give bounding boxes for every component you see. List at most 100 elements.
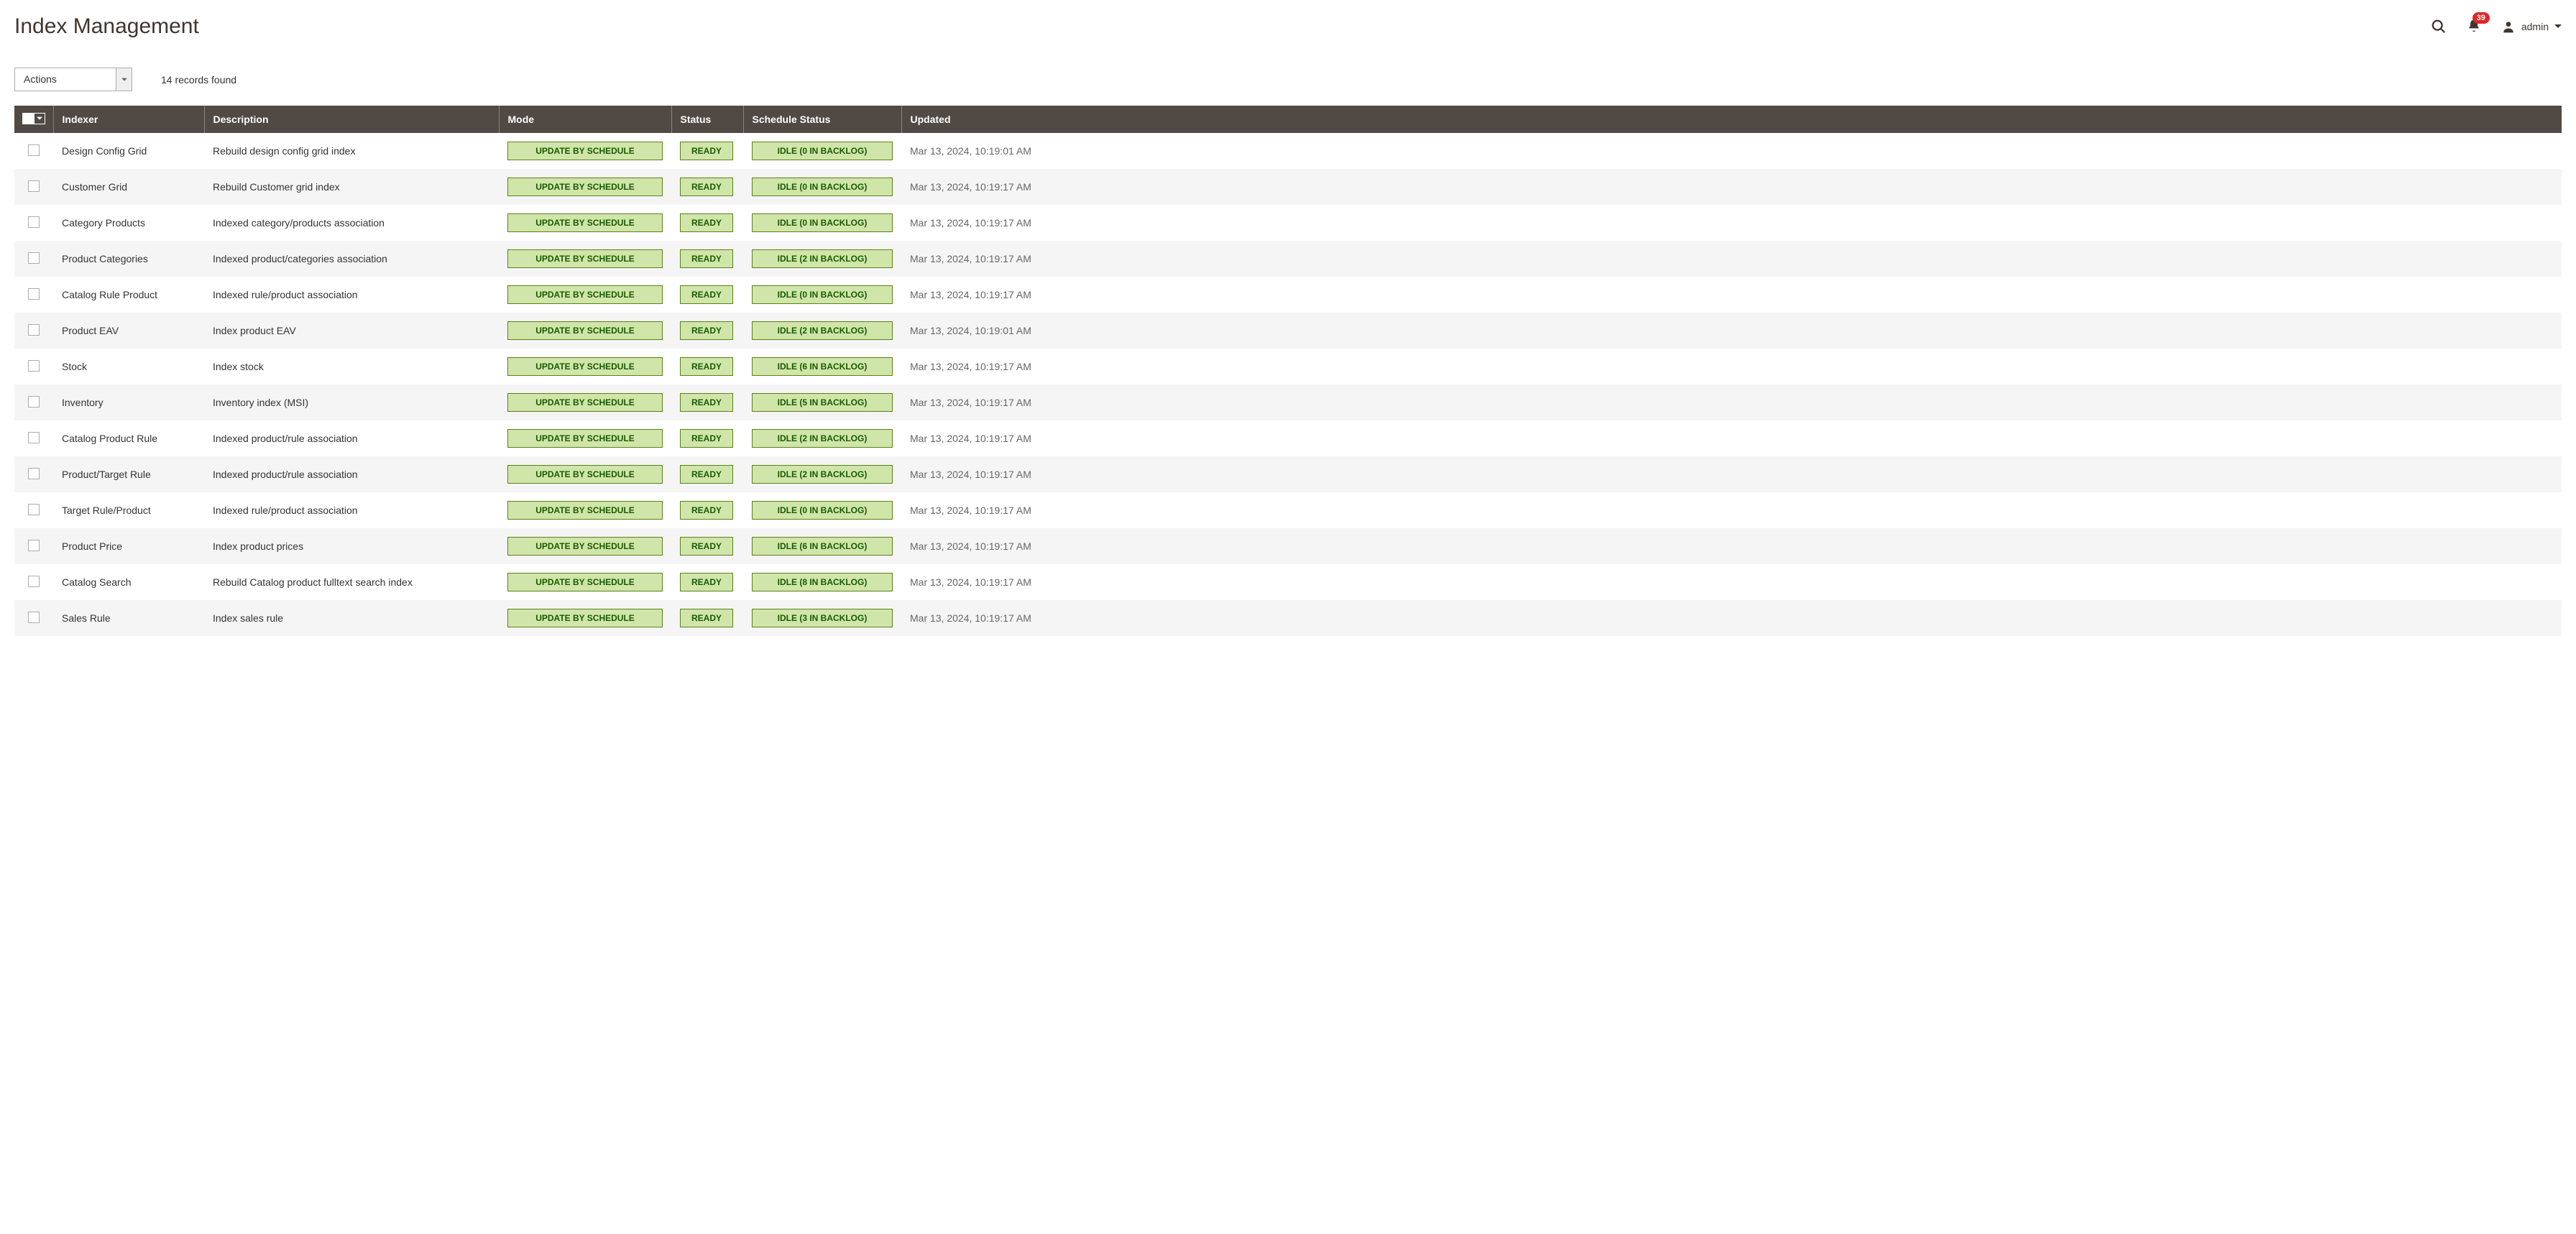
row-checkbox[interactable] xyxy=(28,468,40,479)
user-icon xyxy=(2501,19,2516,34)
cell-updated: Mar 13, 2024, 10:19:17 AM xyxy=(901,205,2562,241)
chevron-down-icon xyxy=(2554,23,2562,30)
schedule-badge: IDLE (3 IN BACKLOG) xyxy=(752,609,893,627)
schedule-badge: IDLE (5 IN BACKLOG) xyxy=(752,393,893,412)
schedule-badge: IDLE (6 IN BACKLOG) xyxy=(752,537,893,556)
row-checkbox[interactable] xyxy=(28,288,40,300)
table-row: Product PriceIndex product prices UPDATE … xyxy=(14,528,2562,564)
cell-description: Rebuild Catalog product fulltext search … xyxy=(204,564,499,600)
row-checkbox[interactable] xyxy=(28,252,40,264)
cell-updated: Mar 13, 2024, 10:19:17 AM xyxy=(901,241,2562,277)
table-row: Product EAVIndex product EAVUPDATE BY SC… xyxy=(14,313,2562,349)
col-header-status[interactable]: Status xyxy=(671,106,743,133)
row-checkbox[interactable] xyxy=(28,612,40,623)
mode-badge: UPDATE BY SCHEDULE xyxy=(507,465,663,484)
cell-updated: Mar 13, 2024, 10:19:17 AM xyxy=(901,349,2562,385)
col-header-updated[interactable]: Updated xyxy=(901,106,2562,133)
cell-description: Indexed rule/product association xyxy=(204,492,499,528)
page-title: Index Management xyxy=(14,14,199,39)
schedule-badge: IDLE (2 IN BACKLOG) xyxy=(752,429,893,448)
table-row: Product/Target RuleIndexed product/rule … xyxy=(14,456,2562,492)
col-header-indexer[interactable]: Indexer xyxy=(53,106,204,133)
col-header-description[interactable]: Description xyxy=(204,106,499,133)
notifications-button[interactable]: 39 xyxy=(2467,18,2481,36)
status-badge: READY xyxy=(680,142,733,160)
row-checkbox[interactable] xyxy=(28,360,40,372)
cell-description: Indexed rule/product association xyxy=(204,277,499,313)
mode-badge: UPDATE BY SCHEDULE xyxy=(507,213,663,232)
mode-badge: UPDATE BY SCHEDULE xyxy=(507,178,663,196)
cell-description: Rebuild Customer grid index xyxy=(204,169,499,205)
table-row: Catalog Rule ProductIndexed rule/product… xyxy=(14,277,2562,313)
schedule-badge: IDLE (2 IN BACKLOG) xyxy=(752,321,893,340)
cell-indexer: Product Categories xyxy=(53,241,204,277)
cell-description: Index product prices xyxy=(204,528,499,564)
schedule-badge: IDLE (2 IN BACKLOG) xyxy=(752,249,893,268)
row-checkbox[interactable] xyxy=(28,180,40,192)
status-badge: READY xyxy=(680,178,733,196)
cell-indexer: Product EAV xyxy=(53,313,204,349)
schedule-badge: IDLE (2 IN BACKLOG) xyxy=(752,465,893,484)
mode-badge: UPDATE BY SCHEDULE xyxy=(507,573,663,591)
actions-dropdown[interactable]: Actions xyxy=(14,68,132,91)
notification-count-badge: 39 xyxy=(2472,12,2490,24)
schedule-badge: IDLE (0 IN BACKLOG) xyxy=(752,213,893,232)
row-checkbox[interactable] xyxy=(28,216,40,228)
status-badge: READY xyxy=(680,357,733,376)
cell-updated: Mar 13, 2024, 10:19:17 AM xyxy=(901,564,2562,600)
table-row: Design Config GridRebuild design config … xyxy=(14,133,2562,169)
row-checkbox[interactable] xyxy=(28,504,40,515)
select-all-header[interactable] xyxy=(14,106,53,133)
select-all-checkbox[interactable] xyxy=(23,114,34,124)
col-header-schedule[interactable]: Schedule Status xyxy=(743,106,901,133)
table-row: Product CategoriesIndexed product/catego… xyxy=(14,241,2562,277)
records-found-label: 14 records found xyxy=(161,74,236,86)
cell-indexer: Product Price xyxy=(53,528,204,564)
mode-badge: UPDATE BY SCHEDULE xyxy=(507,537,663,556)
cell-indexer: Catalog Rule Product xyxy=(53,277,204,313)
cell-indexer: Product/Target Rule xyxy=(53,456,204,492)
status-badge: READY xyxy=(680,609,733,627)
row-checkbox[interactable] xyxy=(28,324,40,336)
cell-updated: Mar 13, 2024, 10:19:01 AM xyxy=(901,133,2562,169)
mode-badge: UPDATE BY SCHEDULE xyxy=(507,429,663,448)
row-checkbox[interactable] xyxy=(28,576,40,587)
row-checkbox[interactable] xyxy=(28,540,40,551)
chevron-down-icon[interactable] xyxy=(34,114,45,124)
cell-description: Inventory index (MSI) xyxy=(204,385,499,420)
cell-updated: Mar 13, 2024, 10:19:17 AM xyxy=(901,169,2562,205)
mode-badge: UPDATE BY SCHEDULE xyxy=(507,285,663,304)
status-badge: READY xyxy=(680,465,733,484)
index-grid: Indexer Description Mode Status Schedule… xyxy=(14,106,2562,636)
status-badge: READY xyxy=(680,537,733,556)
table-row: StockIndex stockUPDATE BY SCHEDULEREADYI… xyxy=(14,349,2562,385)
toolbar: Actions 14 records found xyxy=(14,68,2562,91)
status-badge: READY xyxy=(680,393,733,412)
user-name-label: admin xyxy=(2521,21,2549,32)
cell-updated: Mar 13, 2024, 10:19:01 AM xyxy=(901,313,2562,349)
mode-badge: UPDATE BY SCHEDULE xyxy=(507,393,663,412)
col-header-mode[interactable]: Mode xyxy=(499,106,671,133)
cell-indexer: Catalog Search xyxy=(53,564,204,600)
cell-updated: Mar 13, 2024, 10:19:17 AM xyxy=(901,277,2562,313)
status-badge: READY xyxy=(680,213,733,232)
cell-description: Index stock xyxy=(204,349,499,385)
row-checkbox[interactable] xyxy=(28,396,40,408)
cell-indexer: Customer Grid xyxy=(53,169,204,205)
cell-indexer: Inventory xyxy=(53,385,204,420)
status-badge: READY xyxy=(680,501,733,520)
search-icon[interactable] xyxy=(2431,19,2447,34)
cell-indexer: Sales Rule xyxy=(53,600,204,636)
row-checkbox[interactable] xyxy=(28,144,40,156)
table-row: Customer GridRebuild Customer grid index… xyxy=(14,169,2562,205)
table-row: Catalog Product RuleIndexed product/rule… xyxy=(14,420,2562,456)
mode-badge: UPDATE BY SCHEDULE xyxy=(507,142,663,160)
cell-indexer: Catalog Product Rule xyxy=(53,420,204,456)
cell-updated: Mar 13, 2024, 10:19:17 AM xyxy=(901,600,2562,636)
status-badge: READY xyxy=(680,321,733,340)
schedule-badge: IDLE (0 IN BACKLOG) xyxy=(752,178,893,196)
status-badge: READY xyxy=(680,573,733,591)
schedule-badge: IDLE (6 IN BACKLOG) xyxy=(752,357,893,376)
user-menu[interactable]: admin xyxy=(2501,19,2562,34)
row-checkbox[interactable] xyxy=(28,432,40,443)
